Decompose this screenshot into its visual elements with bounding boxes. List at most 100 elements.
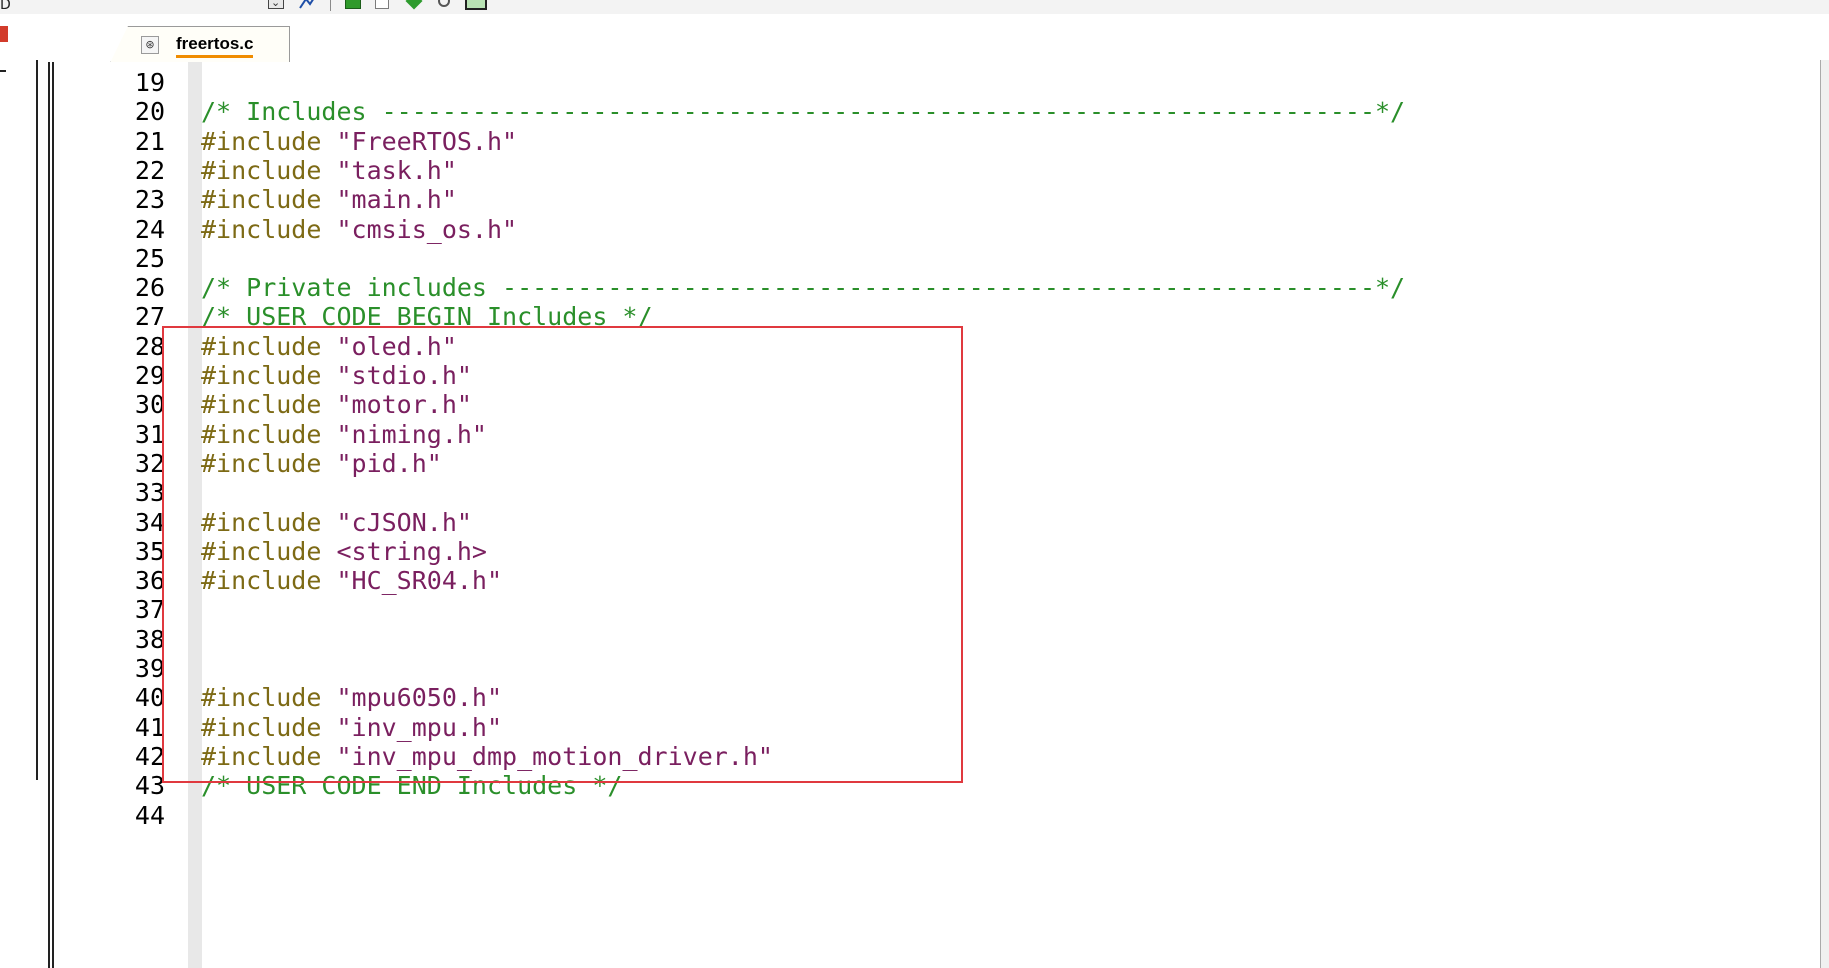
token-comment: /* USER CODE BEGIN Includes */: [201, 302, 653, 332]
code-line[interactable]: 28 #include "oled.h": [40, 332, 1740, 362]
token-string: "FreeRTOS.h": [336, 126, 518, 156]
token-string: "main.h": [336, 185, 457, 215]
code-line[interactable]: 31 #include "niming.h": [40, 420, 1740, 450]
code-line[interactable]: 37: [40, 595, 1740, 625]
code-line[interactable]: 39: [40, 654, 1740, 684]
line-number: 27: [134, 302, 165, 332]
token-string: "motor.h": [336, 390, 472, 420]
build-icon[interactable]: [345, 0, 363, 11]
line-number: 25: [134, 243, 165, 273]
code-line[interactable]: 27 /* USER CODE BEGIN Includes */: [40, 302, 1740, 332]
code-line[interactable]: 22 #include "task.h": [40, 156, 1740, 186]
code-text: #include "cJSON.h": [201, 508, 472, 538]
token-string: "cJSON.h": [336, 507, 472, 537]
line-number: 29: [134, 361, 165, 390]
code-line[interactable]: 29 #include "stdio.h": [40, 361, 1740, 391]
line-number: 40: [134, 683, 165, 713]
code-text: #include <string.h>: [201, 537, 487, 567]
line-number: 19: [134, 68, 165, 97]
left-pane-marker: [0, 26, 8, 42]
token-directive: #include: [201, 185, 337, 215]
token-comment: /* Private includes --------------------…: [201, 273, 1406, 303]
toolbar-separator: [330, 0, 331, 11]
code-line[interactable]: 43 /* USER CODE END Includes */: [40, 771, 1740, 801]
code-text: #include "motor.h": [201, 390, 472, 420]
code-text: /* Includes ----------------------------…: [201, 97, 1405, 127]
left-pane-border: [36, 60, 38, 780]
image-icon[interactable]: [465, 0, 487, 11]
code-line[interactable]: 34 #include "cJSON.h": [40, 508, 1740, 538]
editor-tab-bar: ⊛ freertos.c: [40, 22, 1829, 63]
token-directive: #include: [201, 331, 337, 361]
token-string: "HC_SR04.h": [336, 566, 503, 596]
c-file-icon: ⊛: [141, 36, 159, 54]
line-number: 33: [134, 478, 165, 508]
line-number: 22: [134, 155, 165, 185]
code-text: #include "inv_mpu.h": [201, 713, 502, 743]
code-line[interactable]: 44: [40, 801, 1740, 831]
code-text: #include "main.h": [201, 185, 457, 215]
line-number: 35: [134, 536, 165, 566]
token-directive: #include: [201, 566, 337, 596]
line-number: 28: [134, 331, 165, 361]
debug-ring-icon[interactable]: [435, 0, 453, 11]
download-diamond-icon[interactable]: [405, 0, 423, 11]
tool-icon[interactable]: [298, 0, 316, 11]
token-string: "inv_mpu.h": [336, 712, 503, 742]
token-directive: #include: [201, 448, 337, 478]
document-icon[interactable]: [375, 0, 393, 11]
line-number: 26: [134, 273, 165, 303]
line-number: 38: [134, 624, 165, 654]
code-line[interactable]: 36 #include "HC_SR04.h": [40, 566, 1740, 596]
code-editor[interactable]: 19 20 /* Includes ------------------------…: [40, 62, 1829, 968]
line-number: 41: [134, 712, 165, 742]
editor-scrollbar[interactable]: [1820, 60, 1829, 968]
line-number: 44: [134, 800, 165, 830]
token-directive: #include: [201, 683, 337, 713]
line-number: 39: [134, 654, 165, 683]
tab-label: freertos.c: [176, 34, 254, 58]
code-line[interactable]: 30 #include "motor.h": [40, 390, 1740, 420]
line-number: 30: [134, 390, 165, 420]
code-line[interactable]: 40 #include "mpu6050.h": [40, 683, 1740, 713]
code-line[interactable]: 38: [40, 625, 1740, 655]
code-line[interactable]: 24 #include "cmsis_os.h": [40, 215, 1740, 245]
token-string: "cmsis_os.h": [336, 214, 518, 244]
code-line[interactable]: 23 #include "main.h": [40, 185, 1740, 215]
code-line[interactable]: 42 #include "inv_mpu_dmp_motion_driver.h": [40, 742, 1740, 772]
token-string: "task.h": [336, 155, 457, 185]
code-text: #include "stdio.h": [201, 361, 472, 391]
line-number: 42: [134, 741, 165, 771]
code-line[interactable]: 21 #include "FreeRTOS.h": [40, 127, 1740, 157]
code-line[interactable]: 35 #include <string.h>: [40, 537, 1740, 567]
token-directive: #include: [201, 536, 337, 566]
code-line[interactable]: 41 #include "inv_mpu.h": [40, 713, 1740, 743]
token-directive: #include: [201, 741, 337, 771]
dropdown-chevron-icon[interactable]: ⌄: [268, 0, 286, 11]
line-number: 34: [134, 507, 165, 537]
code-text: /* Private includes --------------------…: [201, 273, 1405, 303]
token-string: "mpu6050.h": [336, 683, 503, 713]
line-number: 24: [134, 214, 165, 244]
line-number: 32: [134, 448, 165, 478]
code-text: #include "inv_mpu_dmp_motion_driver.h": [201, 742, 773, 772]
code-text: #include "niming.h": [201, 420, 487, 450]
tab-freertos-c[interactable]: ⊛ freertos.c: [110, 26, 290, 63]
code-line[interactable]: 20 /* Includes --------------------------…: [40, 97, 1740, 127]
code-line[interactable]: 33: [40, 478, 1740, 508]
code-text: #include "pid.h": [201, 449, 442, 479]
code-line[interactable]: 19: [40, 68, 1740, 98]
token-directive: #include: [201, 712, 337, 742]
toolbar: D ⌄: [0, 0, 1829, 14]
line-number: 21: [134, 126, 165, 156]
code-line[interactable]: 26 /* Private includes ------------------…: [40, 273, 1740, 303]
code-line[interactable]: 32 #include "pid.h": [40, 449, 1740, 479]
code-text: #include "FreeRTOS.h": [201, 127, 517, 157]
code-text: #include "HC_SR04.h": [201, 566, 502, 596]
code-line[interactable]: 25: [40, 244, 1740, 274]
token-comment: /* USER CODE END Includes */: [201, 771, 623, 801]
line-number: 20: [134, 97, 165, 127]
line-number: 37: [134, 595, 165, 625]
token-string: "inv_mpu_dmp_motion_driver.h": [336, 741, 773, 771]
token-directive: #include: [201, 361, 337, 390]
